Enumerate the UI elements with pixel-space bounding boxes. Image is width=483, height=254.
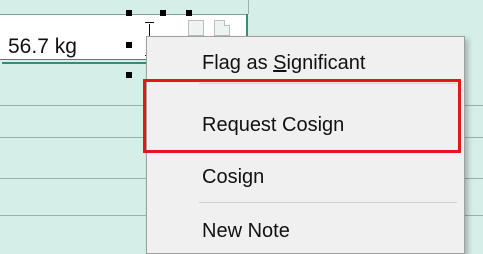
selection-handle[interactable]: [186, 10, 192, 16]
weight-value: 56.7 kg: [8, 35, 77, 58]
menu-item-label: Flag as Significant: [202, 52, 366, 74]
comment-icon[interactable]: [188, 20, 204, 36]
selection-handle[interactable]: [126, 72, 132, 78]
selection-handle[interactable]: [126, 42, 132, 48]
menu-item-new-note[interactable]: New Note: [147, 207, 464, 253]
menu-item-cosign[interactable]: Cosign: [147, 153, 464, 199]
menu-separator: [199, 202, 457, 203]
selection-handle[interactable]: [126, 10, 132, 16]
document-icon[interactable]: [214, 20, 230, 36]
menu-item-label: Cosign: [202, 166, 265, 188]
highlight-annotation: [143, 79, 461, 153]
selection-handle[interactable]: [160, 10, 166, 16]
menu-item-label: New Note: [202, 220, 290, 242]
